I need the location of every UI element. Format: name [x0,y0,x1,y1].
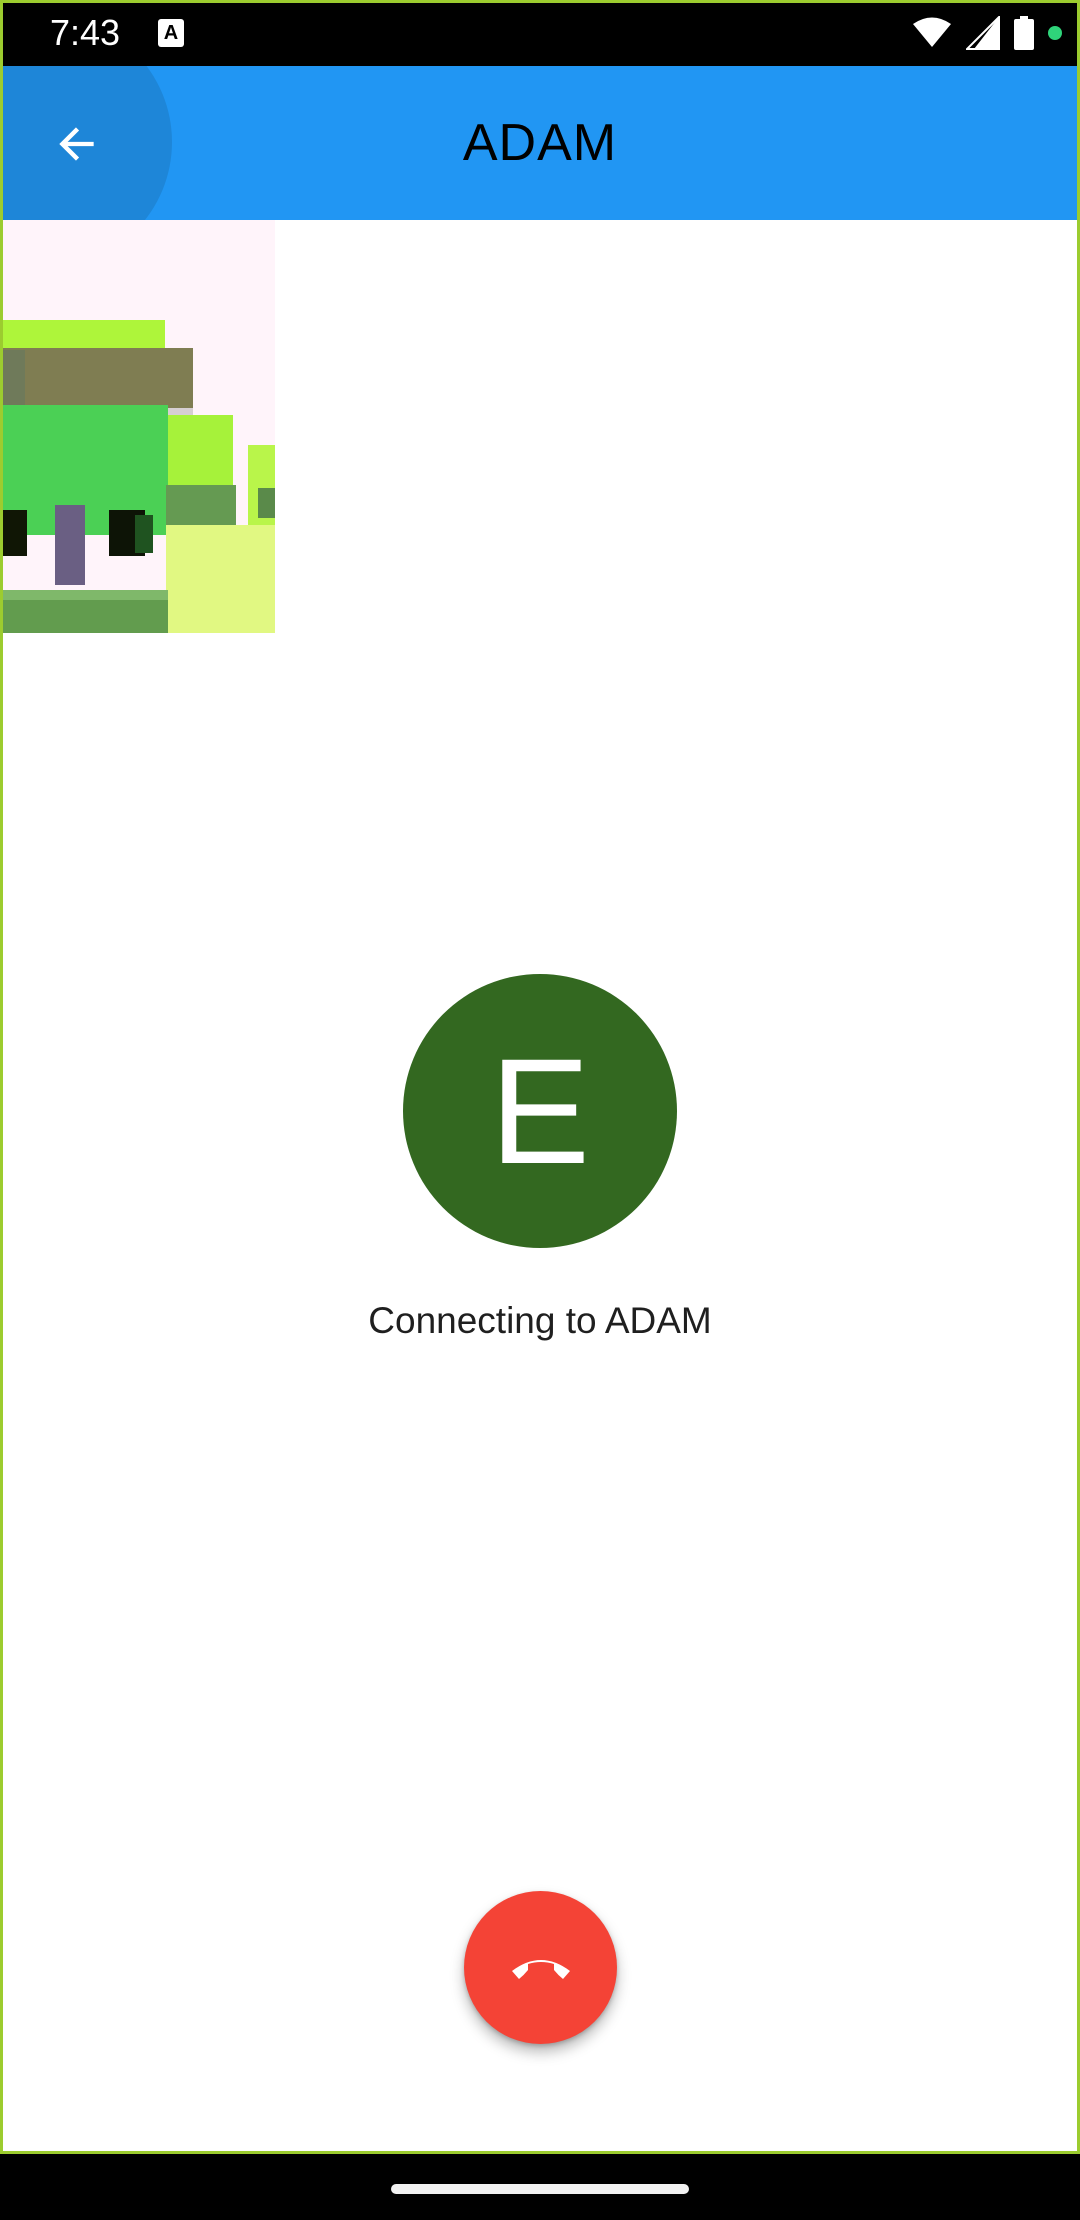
camera-preview-image [3,220,275,633]
wifi-icon [913,17,951,47]
avatar: E [403,974,677,1248]
status-time: 7:43 [50,12,121,53]
privacy-dot-icon [1048,26,1062,40]
arrow-back-icon [59,127,94,161]
call-end-icon [511,1959,570,1979]
home-handle[interactable] [391,2184,689,2194]
call-screen: 7:43 A ADAM E Connecting to ADAM [0,0,1080,2220]
battery-icon [1014,16,1034,50]
hangup-button[interactable] [464,1891,617,2044]
app-bar: ADAM [0,66,1080,220]
signal-icon [966,16,1000,50]
navigation-bar [0,2154,1080,2220]
notification-a-icon: A [158,19,184,47]
local-video-preview [3,220,275,633]
back-button[interactable] [0,66,172,220]
call-status-text: Connecting to ADAM [368,1300,712,1341]
status-bar: 7:43 A [0,0,1080,66]
status-icons [912,14,1062,52]
